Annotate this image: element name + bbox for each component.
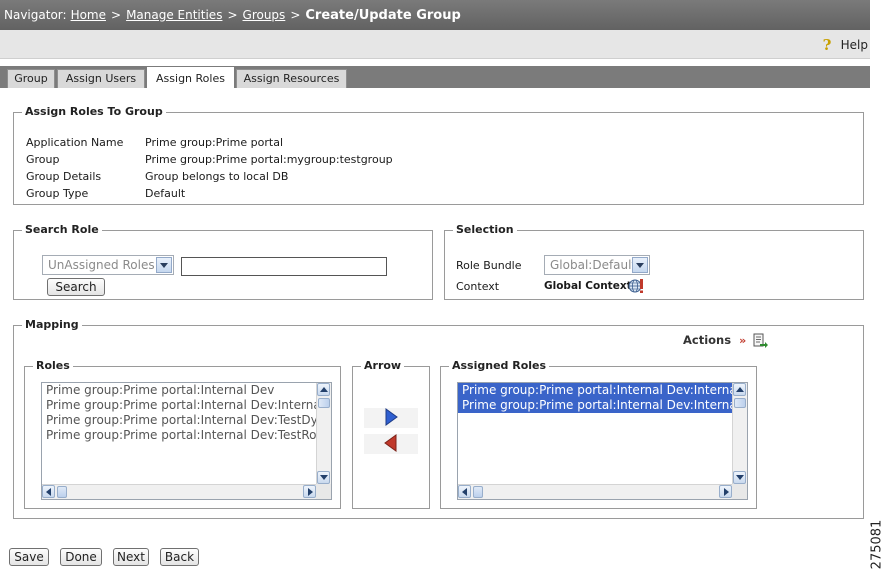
actions-menu[interactable]: Actions » bbox=[683, 333, 746, 347]
search-role-legend: Search Role bbox=[22, 223, 102, 236]
mapping-legend: Mapping bbox=[22, 318, 82, 331]
list-item[interactable]: Prime group:Prime portal:Internal Dev:Te… bbox=[42, 428, 331, 443]
application-name-label: Application Name bbox=[26, 136, 124, 149]
scroll-thumb[interactable] bbox=[473, 486, 483, 498]
context-value: Global Context bbox=[544, 280, 632, 292]
scroll-corner bbox=[732, 484, 747, 499]
scroll-down-button[interactable] bbox=[733, 471, 746, 484]
role-bundle-value: Global:Default bbox=[550, 258, 637, 272]
list-item[interactable]: Prime group:Prime portal:Internal Dev:Te… bbox=[42, 413, 331, 428]
page-title: Create/Update Group bbox=[305, 7, 461, 23]
list-item[interactable]: Prime group:Prime portal:Internal Dev:In… bbox=[458, 383, 747, 398]
tab-assign-users[interactable]: Assign Users bbox=[57, 69, 145, 88]
group-details-label: Group Details bbox=[26, 170, 102, 183]
breadcrumb-manage-entities[interactable]: Manage Entities bbox=[126, 8, 222, 22]
group-details-value: Group belongs to local DB bbox=[145, 170, 289, 183]
scroll-right-button[interactable] bbox=[719, 485, 732, 498]
tab-assign-roles[interactable]: Assign Roles bbox=[147, 67, 234, 89]
unassign-left-arrow-button[interactable] bbox=[364, 433, 418, 455]
breadcrumb-groups[interactable]: Groups bbox=[243, 8, 286, 22]
export-icon[interactable] bbox=[752, 333, 768, 349]
scroll-up-button[interactable] bbox=[733, 383, 746, 396]
next-button[interactable]: Next bbox=[113, 548, 149, 566]
roles-fieldset: Roles Prime group:Prime portal:Internal … bbox=[24, 359, 341, 509]
globe-context-icon[interactable] bbox=[628, 278, 644, 294]
context-label: Context bbox=[456, 280, 500, 293]
tab-strip: Group Assign Users Assign Roles Assign R… bbox=[0, 66, 870, 89]
scroll-thumb[interactable] bbox=[734, 398, 746, 408]
role-filter-select[interactable]: UnAssigned Roles bbox=[42, 255, 174, 275]
figure-number-text: 275081 bbox=[869, 519, 885, 570]
group-value: Prime group:Prime portal:mygroup:testgro… bbox=[145, 153, 393, 166]
assigned-roles-fieldset: Assigned Roles Prime group:Prime portal:… bbox=[440, 359, 757, 509]
mapping-fieldset: Mapping Actions » Roles Prime group:Prim… bbox=[13, 318, 864, 519]
save-button[interactable]: Save bbox=[9, 548, 49, 566]
vertical-scrollbar[interactable] bbox=[732, 383, 747, 484]
scroll-down-button[interactable] bbox=[317, 471, 330, 484]
figure-number: 275081 bbox=[868, 519, 886, 571]
scroll-up-button[interactable] bbox=[317, 383, 330, 396]
actions-chevron-icon: » bbox=[739, 333, 747, 347]
selection-fieldset: Selection Role Bundle Global:Default Con… bbox=[444, 223, 864, 300]
arrow-right-icon bbox=[384, 407, 398, 429]
scroll-thumb[interactable] bbox=[318, 398, 330, 408]
navigator-bar: Navigator: Home > Manage Entities > Grou… bbox=[0, 0, 870, 30]
help-link[interactable]: ? Help bbox=[823, 37, 868, 53]
navigator-label: Navigator: bbox=[4, 8, 67, 22]
horizontal-scrollbar[interactable] bbox=[42, 484, 316, 499]
help-label: Help bbox=[840, 38, 868, 52]
breadcrumb-separator: > bbox=[290, 8, 301, 22]
breadcrumb-home[interactable]: Home bbox=[71, 8, 106, 22]
done-button[interactable]: Done bbox=[60, 548, 102, 566]
scroll-left-button[interactable] bbox=[458, 485, 471, 498]
back-button[interactable]: Back bbox=[160, 548, 199, 566]
breadcrumb-separator: > bbox=[111, 8, 122, 22]
assign-roles-fieldset: Assign Roles To Group Application Name P… bbox=[13, 105, 864, 205]
roles-legend: Roles bbox=[33, 359, 73, 372]
selection-legend: Selection bbox=[453, 223, 517, 236]
arrow-legend: Arrow bbox=[361, 359, 405, 372]
arrow-left-icon bbox=[384, 433, 398, 455]
scroll-thumb[interactable] bbox=[57, 486, 67, 498]
help-icon: ? bbox=[822, 36, 832, 54]
assign-roles-legend: Assign Roles To Group bbox=[22, 105, 166, 118]
chevron-down-icon bbox=[156, 257, 172, 273]
assign-right-arrow-button[interactable] bbox=[364, 407, 418, 429]
group-type-label: Group Type bbox=[26, 187, 89, 200]
arrow-fieldset: Arrow bbox=[352, 359, 430, 509]
list-item[interactable]: Prime group:Prime portal:Internal Dev:In… bbox=[458, 398, 747, 413]
horizontal-scrollbar[interactable] bbox=[458, 484, 732, 499]
breadcrumb-separator: > bbox=[227, 8, 238, 22]
chevron-down-icon bbox=[632, 257, 648, 273]
help-bar: ? Help bbox=[0, 30, 870, 59]
role-bundle-select[interactable]: Global:Default bbox=[544, 255, 650, 275]
tab-assign-resources[interactable]: Assign Resources bbox=[236, 69, 347, 88]
group-label: Group bbox=[26, 153, 60, 166]
scroll-right-button[interactable] bbox=[303, 485, 316, 498]
assigned-roles-listbox[interactable]: Prime group:Prime portal:Internal Dev:In… bbox=[457, 382, 748, 500]
application-name-value: Prime group:Prime portal bbox=[145, 136, 283, 149]
search-input[interactable] bbox=[181, 257, 387, 276]
role-filter-value: UnAssigned Roles bbox=[48, 258, 155, 272]
search-button[interactable]: Search bbox=[47, 278, 105, 296]
tab-group[interactable]: Group bbox=[7, 69, 55, 88]
vertical-scrollbar[interactable] bbox=[316, 383, 331, 484]
list-item[interactable]: Prime group:Prime portal:Internal Dev bbox=[42, 383, 331, 398]
search-role-fieldset: Search Role UnAssigned Roles Search bbox=[13, 223, 433, 300]
scroll-corner bbox=[316, 484, 331, 499]
scroll-left-button[interactable] bbox=[42, 485, 55, 498]
roles-listbox[interactable]: Prime group:Prime portal:Internal Dev Pr… bbox=[41, 382, 332, 500]
list-item[interactable]: Prime group:Prime portal:Internal Dev:In… bbox=[42, 398, 331, 413]
assigned-roles-legend: Assigned Roles bbox=[449, 359, 550, 372]
actions-label: Actions bbox=[683, 333, 732, 347]
group-type-value: Default bbox=[145, 187, 186, 200]
role-bundle-label: Role Bundle bbox=[456, 259, 522, 272]
